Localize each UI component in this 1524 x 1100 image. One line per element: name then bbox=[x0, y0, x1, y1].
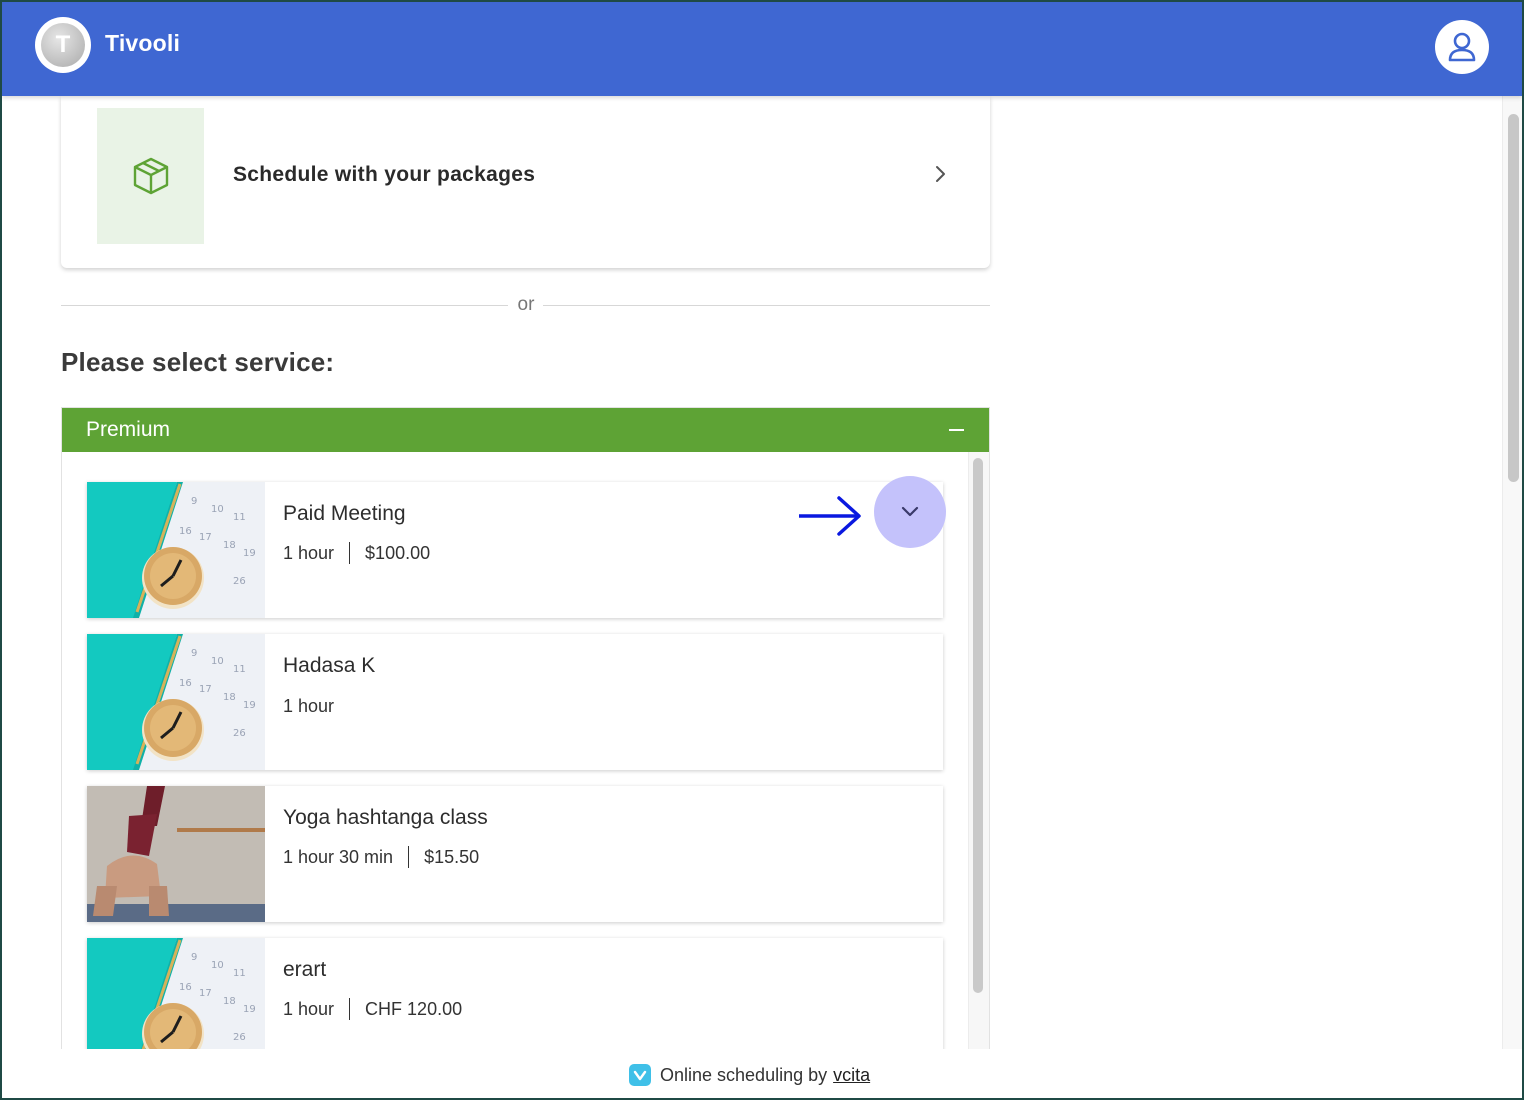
schedule-with-packages-card[interactable]: Schedule with your packages bbox=[61, 96, 990, 268]
select-service-heading: Please select service: bbox=[61, 347, 335, 377]
service-card-erart[interactable]: erart 1 hour CHF 120.00 bbox=[87, 938, 943, 1051]
vcita-link[interactable]: vcita bbox=[833, 1065, 870, 1086]
divider-line-right bbox=[543, 305, 990, 306]
calendar-clock-image bbox=[87, 938, 265, 1051]
footer: Online scheduling by vcita bbox=[2, 1049, 1522, 1098]
service-card-hadasa-k[interactable]: Hadasa K 1 hour bbox=[87, 634, 943, 770]
expand-details-button[interactable] bbox=[874, 476, 946, 548]
meta-separator bbox=[349, 998, 351, 1020]
chevron-down-icon bbox=[901, 506, 919, 517]
vcita-logo-icon bbox=[629, 1064, 651, 1086]
service-duration: 1 hour bbox=[283, 998, 335, 1019]
chevron-right-icon bbox=[936, 166, 945, 182]
category-header[interactable]: Premium bbox=[62, 408, 989, 452]
minus-icon[interactable] bbox=[949, 429, 964, 431]
top-bar: T Tivooli bbox=[2, 2, 1522, 96]
footer-text: Online scheduling by bbox=[660, 1064, 828, 1085]
business-name: Tivooli bbox=[105, 30, 181, 56]
meta-separator bbox=[408, 846, 410, 868]
service-name: erart bbox=[283, 958, 327, 981]
divider-line-left bbox=[61, 305, 508, 306]
arrow-right-icon bbox=[799, 496, 861, 536]
page-scrollbar-thumb[interactable] bbox=[1508, 114, 1519, 482]
service-duration: 1 hour 30 min bbox=[283, 846, 394, 867]
service-meta: 1 hour 30 min $15.50 bbox=[283, 846, 479, 868]
service-meta: 1 hour bbox=[283, 696, 334, 717]
calendar-clock-image bbox=[87, 482, 265, 618]
box-icon bbox=[133, 157, 168, 195]
service-price: $15.50 bbox=[424, 846, 480, 867]
meta-separator bbox=[349, 542, 351, 564]
service-meta: 1 hour CHF 120.00 bbox=[283, 998, 462, 1020]
or-divider: or bbox=[61, 294, 990, 316]
service-price: $100.00 bbox=[365, 542, 431, 563]
user-account-button[interactable] bbox=[1435, 20, 1489, 74]
service-duration: 1 hour bbox=[283, 696, 335, 716]
service-duration: 1 hour bbox=[283, 542, 335, 563]
yoga-image bbox=[87, 786, 265, 922]
logo-letter: T bbox=[41, 23, 85, 67]
calendar-clock-image bbox=[87, 634, 265, 770]
divider-text: or bbox=[517, 294, 535, 315]
service-name: Paid Meeting bbox=[283, 502, 406, 525]
category-title: Premium bbox=[86, 418, 171, 441]
app-window: T Tivooli Schedule with your packages or… bbox=[0, 0, 1524, 1100]
service-price: CHF 120.00 bbox=[365, 998, 463, 1019]
category-scrollbar-thumb[interactable] bbox=[973, 458, 983, 993]
package-thumbnail bbox=[97, 108, 204, 244]
service-card-yoga-hashtanga-class[interactable]: Yoga hashtanga class 1 hour 30 min $15.5… bbox=[87, 786, 943, 922]
service-meta: 1 hour $100.00 bbox=[283, 542, 430, 564]
service-name: Hadasa K bbox=[283, 654, 376, 677]
service-card-paid-meeting[interactable]: Paid Meeting 1 hour $100.00 bbox=[87, 476, 946, 618]
powered-by: Online scheduling by vcita bbox=[629, 1064, 870, 1086]
user-icon bbox=[1448, 32, 1476, 62]
packages-label: Schedule with your packages bbox=[233, 163, 536, 186]
service-name: Yoga hashtanga class bbox=[283, 806, 488, 829]
service-category-premium: Premium Paid Meeting 1 hour $100.00 Hada… bbox=[61, 407, 990, 1052]
business-logo[interactable]: T bbox=[35, 17, 91, 73]
